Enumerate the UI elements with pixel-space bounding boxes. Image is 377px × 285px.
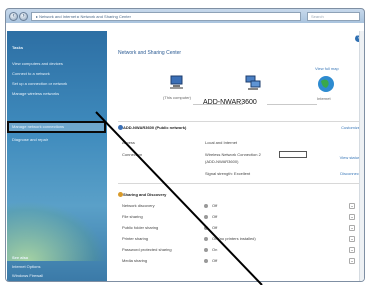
sidebar-link-firewall[interactable]: Windows Firewall	[12, 273, 43, 279]
sidebar-item-setup[interactable]: Set up a connection or network	[12, 81, 67, 87]
row-value: Off	[212, 203, 218, 208]
row-label: Network discovery	[122, 203, 155, 208]
access-value: Local and Internet	[205, 140, 238, 145]
signal-strength: Signal strength: Excellent	[205, 171, 251, 176]
sidebar-item-manage-wireless[interactable]: Manage wireless networks	[12, 91, 59, 97]
row-label: Public folder sharing	[122, 225, 159, 230]
sidebar-item-manage-connections[interactable]: Manage network connections	[12, 124, 64, 130]
status-dot-icon	[204, 226, 208, 230]
expand-chevron-icon[interactable]: ⌄	[349, 247, 355, 253]
search-input[interactable]: Search	[307, 12, 360, 21]
internet-node-label: Internet	[317, 96, 331, 101]
sidebar-item-view-computers[interactable]: View computers and devices	[12, 61, 63, 67]
connection-value: Wireless Network Connection 2	[205, 152, 261, 157]
status-dot-icon	[204, 248, 208, 252]
sharing-section	[118, 183, 361, 184]
expand-chevron-icon[interactable]: ⌄	[349, 203, 355, 209]
row-value: Off	[212, 258, 218, 263]
row-label: Password protected sharing	[122, 247, 172, 252]
status-dot-icon	[204, 237, 208, 241]
connection-sub: (ADD-NWAR3600)	[205, 159, 239, 164]
network-node-label: ADD-NWAR3600	[203, 99, 257, 106]
address-bar[interactable]: ▸ Network and Internet ▸ Network and Sha…	[31, 12, 301, 21]
sidebar-decoration	[7, 201, 107, 261]
sharing-row-media: Media sharing Off ⌄	[118, 256, 361, 268]
network-section	[118, 121, 361, 122]
expand-chevron-icon[interactable]: ⌄	[349, 236, 355, 242]
sidebar-item-diagnose[interactable]: Diagnose and repair	[12, 137, 48, 143]
search-placeholder: Search	[311, 14, 324, 19]
connection-label: Connection	[122, 152, 143, 157]
sidebar-item-connect[interactable]: Connect to a network	[12, 71, 50, 77]
status-dot-icon	[204, 204, 208, 208]
row-value: On	[212, 247, 218, 252]
sidebar-heading: Tasks	[12, 45, 24, 50]
connection-name-box	[279, 151, 307, 158]
map-connector	[267, 104, 317, 105]
vertical-scrollbar[interactable]	[359, 31, 364, 281]
computer-icon	[170, 75, 183, 89]
row-label: Media sharing	[122, 258, 148, 263]
customize-link[interactable]: Customize	[341, 125, 360, 130]
row-label: Printer sharing	[122, 236, 149, 241]
status-dot-icon	[204, 259, 208, 263]
row-label: File sharing	[122, 214, 143, 219]
network-section-title: ADD-NWAR3600 (Public network)	[123, 125, 187, 130]
access-label: Access	[122, 140, 135, 145]
see-also-heading: See also	[12, 255, 29, 260]
row-value: Off (no printers installed)	[212, 236, 256, 241]
address-bar-row: ‹ › ▸ Network and Internet ▸ Network and…	[7, 11, 363, 23]
forward-arrow-icon[interactable]: ›	[19, 12, 28, 21]
expand-chevron-icon[interactable]: ⌄	[349, 258, 355, 264]
row-value: Off	[212, 225, 218, 230]
address-path: ▸ Network and Internet ▸ Network and Sha…	[36, 14, 131, 19]
expand-chevron-icon[interactable]: ⌄	[349, 225, 355, 231]
back-arrow-icon[interactable]: ‹	[9, 12, 18, 21]
sidebar-link-internet-options[interactable]: Internet Options	[12, 264, 40, 270]
window: ‹ › ▸ Network and Internet ▸ Network and…	[5, 8, 365, 282]
expand-chevron-icon[interactable]: ⌄	[349, 214, 355, 220]
main-panel: ? Network and Sharing Center View full m…	[107, 31, 364, 281]
task-sidebar: Tasks View computers and devices Connect…	[7, 31, 107, 281]
page-title: Network and Sharing Center	[118, 50, 182, 56]
view-status-link[interactable]: View status	[340, 155, 360, 160]
full-map-link[interactable]: View full map	[315, 66, 339, 71]
disconnect-link[interactable]: Disconnect	[340, 171, 360, 176]
globe-icon	[318, 76, 334, 92]
sharing-section-title: Sharing and Discovery	[123, 192, 167, 197]
row-value: Off	[212, 214, 218, 219]
network-icon	[245, 75, 261, 90]
status-dot-icon	[204, 215, 208, 219]
computer-node-label: (This computer)	[163, 95, 192, 100]
